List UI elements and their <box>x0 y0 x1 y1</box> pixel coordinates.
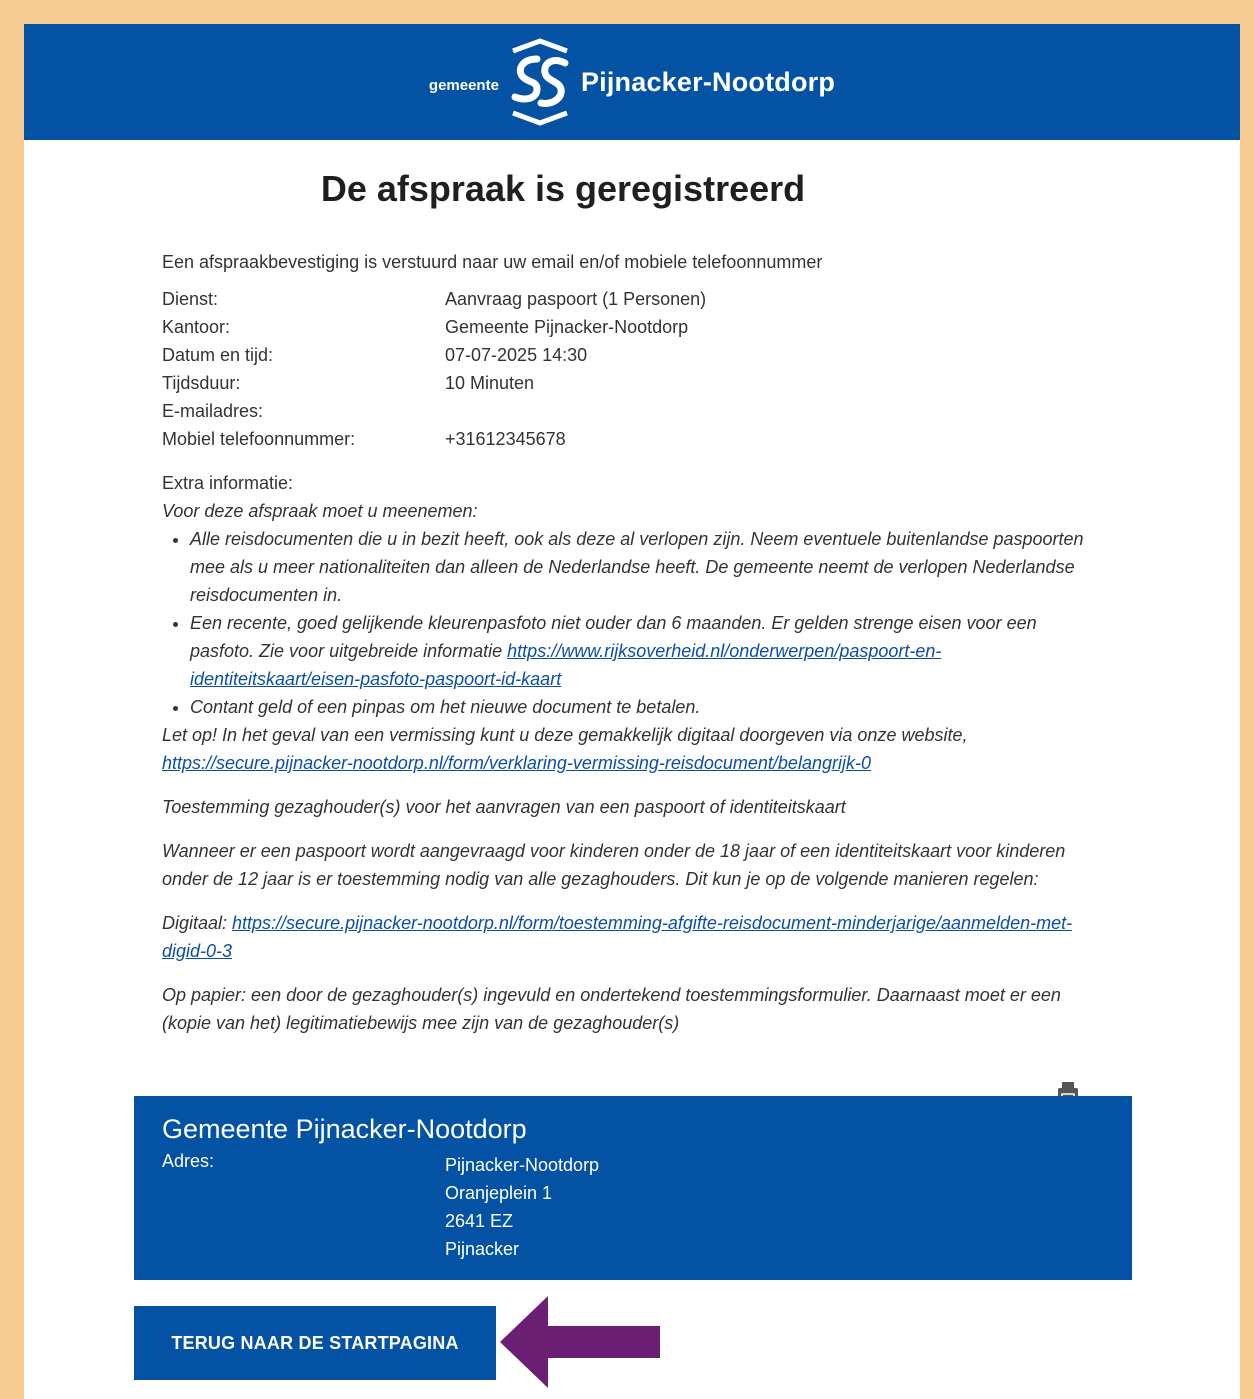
office-name: Gemeente Pijnacker-Nootdorp <box>162 1114 527 1144</box>
detail-value: +31612345678 <box>445 429 566 449</box>
detail-row: Mobiel telefoonnummer: +31612345678 <box>162 425 1240 453</box>
address-line: Pijnacker <box>445 1239 520 1259</box>
paper-consent: Op papier: een door de gezaghouder(s) in… <box>162 985 1061 1033</box>
detail-label: Datum en tijd: <box>162 345 274 365</box>
digital-label: Digitaal: <box>162 913 233 933</box>
loss-note-text: Let op! In het geval van een vermissing … <box>162 725 968 745</box>
list-item: Contant geld of een pinpas om het nieuwe… <box>190 693 1102 721</box>
extra-information: Extra informatie: Voor deze afspraak moe… <box>162 469 1102 1037</box>
detail-row: E-mailadres: <box>162 397 1240 425</box>
address-line: Pijnacker-Nootdorp <box>445 1155 600 1175</box>
consent-title: Toestemming gezaghouder(s) voor het aanv… <box>162 797 846 817</box>
address-label: Adres: <box>162 1151 215 1171</box>
page-title: De afspraak is geregistreerd <box>320 168 806 209</box>
logo-emblem-icon <box>511 38 569 126</box>
list-item: Een recente, goed gelijkende kleurenpasf… <box>190 609 1102 693</box>
address-lines: Pijnacker-Nootdorp Oranjeplein 1 2641 EZ… <box>445 1151 599 1263</box>
loss-note: Let op! In het geval van een vermissing … <box>162 721 1102 777</box>
detail-label: Kantoor: <box>162 317 231 337</box>
back-to-start-button[interactable]: TERUG NAAR DE STARTPAGINA <box>134 1306 496 1380</box>
extra-label: Extra informatie: <box>162 473 294 493</box>
list-item: Alle reisdocumenten die u in bezit heeft… <box>190 525 1102 609</box>
loss-report-link[interactable]: https://secure.pijnacker-nootdorp.nl/for… <box>162 753 871 773</box>
address-line: Oranjeplein 1 <box>445 1183 553 1203</box>
detail-value: 07-07-2025 14:30 <box>445 345 588 365</box>
appointment-details: Dienst: Aanvraag paspoort (1 Personen) K… <box>162 285 1240 453</box>
detail-value: Aanvraag paspoort (1 Personen) <box>445 289 707 309</box>
detail-value: 10 Minuten <box>445 373 535 393</box>
detail-row: Dienst: Aanvraag paspoort (1 Personen) <box>162 285 1240 313</box>
detail-row: Kantoor: Gemeente Pijnacker-Nootdorp <box>162 313 1240 341</box>
detail-value: Gemeente Pijnacker-Nootdorp <box>445 317 689 337</box>
municipality-logo[interactable]: gemeente Pijnacker-Nootdorp <box>429 37 835 127</box>
detail-label: Tijdsduur: <box>162 373 241 393</box>
site-header: gemeente Pijnacker-Nootdorp <box>24 24 1240 140</box>
detail-row: Datum en tijd: 07-07-2025 14:30 <box>162 341 1240 369</box>
confirmation-text: Een afspraakbevestiging is verstuurd naa… <box>162 252 823 272</box>
arrow-left-icon <box>500 1296 660 1388</box>
detail-label: Dienst: <box>162 289 219 309</box>
detail-label: Mobiel telefoonnummer: <box>162 429 356 449</box>
digital-consent: Digitaal: https://secure.pijnacker-nootd… <box>162 909 1102 965</box>
digital-consent-link[interactable]: https://secure.pijnacker-nootdorp.nl/for… <box>162 913 1072 961</box>
detail-label: E-mailadres: <box>162 401 264 421</box>
logo-name: Pijnacker-Nootdorp <box>580 66 836 97</box>
appointment-content: Een afspraakbevestiging is verstuurd naa… <box>24 252 1240 1037</box>
address-line: 2641 EZ <box>445 1211 514 1231</box>
detail-row: Tijdsduur: 10 Minuten <box>162 369 1240 397</box>
address-row: Adres: Pijnacker-Nootdorp Oranjeplein 1 … <box>162 1151 1104 1263</box>
bring-list: Alle reisdocumenten die u in bezit heeft… <box>162 525 1102 721</box>
logo-small-text: gemeente <box>428 76 499 94</box>
office-address-card: Gemeente Pijnacker-Nootdorp Adres: Pijna… <box>134 1096 1132 1280</box>
consent-text: Wanneer er een paspoort wordt aangevraag… <box>162 841 1066 889</box>
page-frame: gemeente Pijnacker-Nootdorp De afspraak … <box>24 24 1240 1399</box>
extra-intro: Voor deze afspraak moet u meenemen: <box>162 501 478 521</box>
